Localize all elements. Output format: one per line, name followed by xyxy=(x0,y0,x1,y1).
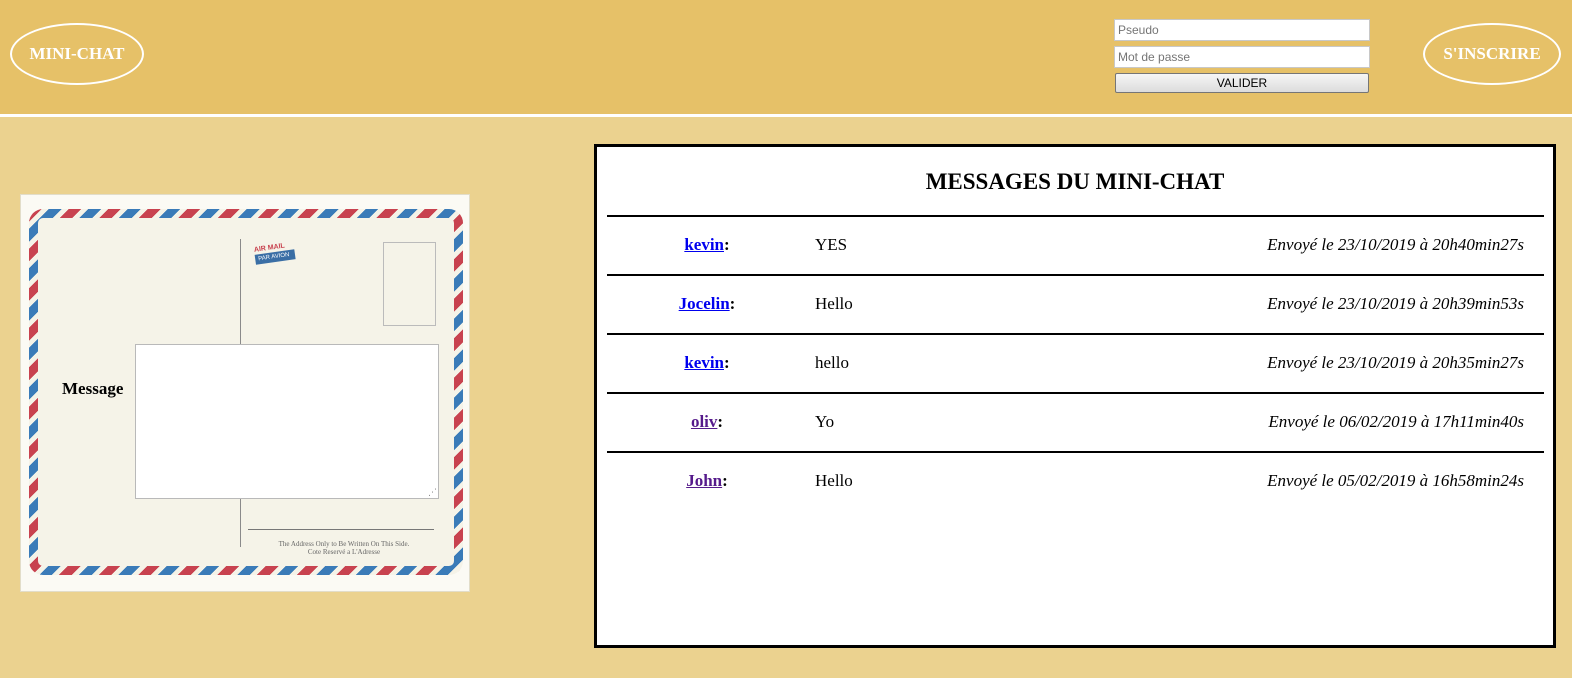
message-text: Hello xyxy=(815,471,853,490)
header-bar: MINI-CHAT VALIDER S'INSCRIRE xyxy=(0,0,1572,117)
message-author: kevin: xyxy=(684,353,730,372)
resize-grip-icon[interactable]: ⋰ xyxy=(428,488,437,498)
message-text: Yo xyxy=(815,412,835,431)
login-form: VALIDER xyxy=(1114,19,1370,93)
message-row: Jocelin: Hello Envoyé le 23/10/2019 à 20… xyxy=(607,274,1544,333)
message-row: kevin: YES Envoyé le 23/10/2019 à 20h40m… xyxy=(607,215,1544,274)
author-link[interactable]: kevin xyxy=(684,235,724,254)
password-input[interactable] xyxy=(1114,46,1370,68)
author-link[interactable]: oliv xyxy=(691,412,717,431)
stamp-placeholder xyxy=(383,242,436,326)
author-link[interactable]: Jocelin xyxy=(679,294,730,313)
message-date: Envoyé le 23/10/2019 à 20h39min53s xyxy=(1267,294,1524,313)
author-link[interactable]: John xyxy=(686,471,722,490)
messages-title: MESSAGES DU MINI-CHAT xyxy=(925,169,1225,194)
mini-chat-home-button[interactable]: MINI-CHAT xyxy=(10,23,144,85)
message-date: Envoyé le 23/10/2019 à 20h35min27s xyxy=(1267,353,1524,372)
author-link[interactable]: kevin xyxy=(684,353,724,372)
message-text: YES xyxy=(815,235,848,254)
message-author: oliv: xyxy=(690,412,724,431)
message-text: Hello xyxy=(815,294,853,313)
message-date: Envoyé le 05/02/2019 à 16h58min24s xyxy=(1267,471,1524,490)
message-author: kevin: xyxy=(684,235,730,254)
message-author: Jocelin: xyxy=(678,294,736,313)
pseudo-input[interactable] xyxy=(1114,19,1370,41)
message-date: Envoyé le 06/02/2019 à 17h11min40s xyxy=(1268,412,1524,431)
postcard-footnote: The Address Only to Be Written On This S… xyxy=(274,540,414,556)
postcard-footnote-line2: Cote Reservé a L'Adresse xyxy=(307,548,381,556)
message-date: Envoyé le 23/10/2019 à 20h40min27s xyxy=(1267,235,1524,254)
message-label: Message xyxy=(62,379,124,398)
message-text: hello xyxy=(815,353,849,372)
messages-list: kevin: YES Envoyé le 23/10/2019 à 20h40m… xyxy=(607,215,1544,510)
message-row: oliv: Yo Envoyé le 06/02/2019 à 17h11min… xyxy=(607,392,1544,451)
postcard-footnote-line1: The Address Only to Be Written On This S… xyxy=(278,540,410,548)
signup-button[interactable]: S'INSCRIRE xyxy=(1423,23,1561,85)
message-row: John: Hello Envoyé le 05/02/2019 à 16h58… xyxy=(607,451,1544,510)
address-line xyxy=(248,529,434,530)
message-author: John: xyxy=(686,471,728,490)
validate-button[interactable]: VALIDER xyxy=(1115,73,1369,93)
message-textarea[interactable] xyxy=(135,344,439,499)
message-row: kevin: hello Envoyé le 23/10/2019 à 20h3… xyxy=(607,333,1544,392)
messages-panel: MESSAGES DU MINI-CHAT kevin: YES Envoyé … xyxy=(594,144,1556,648)
